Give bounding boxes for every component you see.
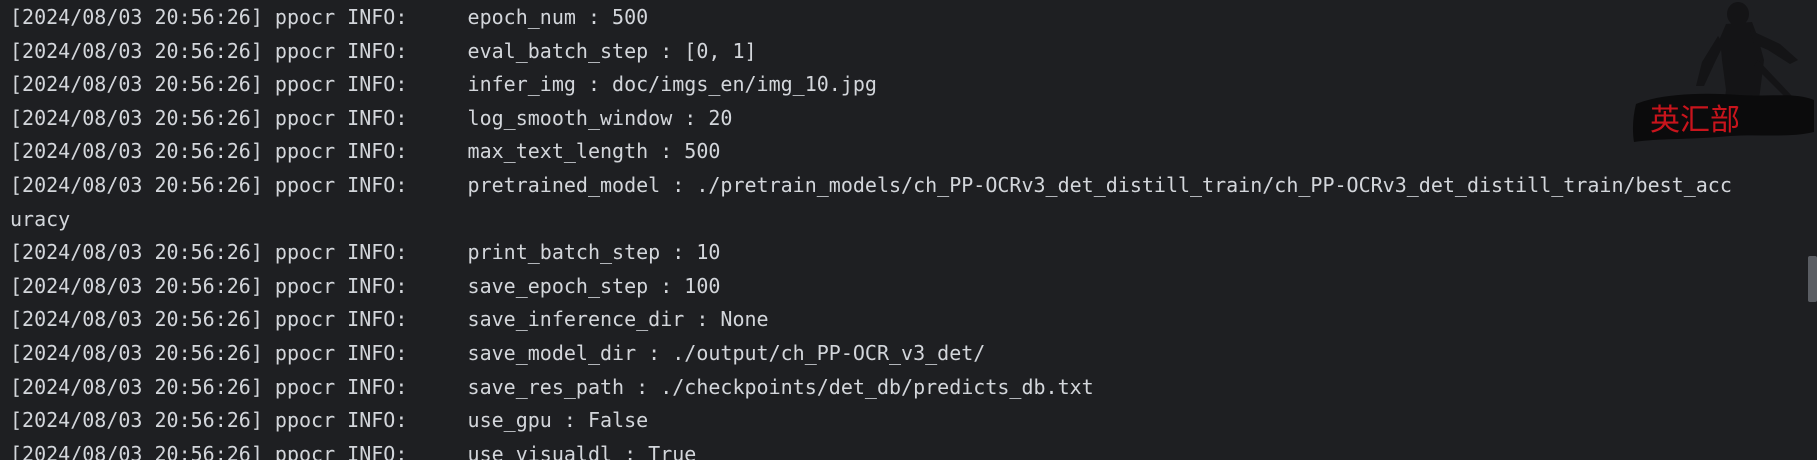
- log-output: [2024/08/03 20:56:26] ppocr INFO: epoch_…: [10, 1, 1732, 460]
- log-line: [2024/08/03 20:56:26] ppocr INFO: save_r…: [10, 374, 1094, 399]
- watermark-text: 英汇部: [1650, 103, 1740, 138]
- log-line: [2024/08/03 20:56:26] ppocr INFO: pretra…: [10, 172, 1732, 197]
- log-line: [2024/08/03 20:56:26] ppocr INFO: max_te…: [10, 139, 721, 164]
- log-line-continuation: uracy: [10, 206, 71, 231]
- log-line: [2024/08/03 20:56:26] ppocr INFO: log_sm…: [10, 105, 733, 130]
- figure-silhouette-logo-icon: 英汇部: [1632, 2, 1814, 142]
- log-line: [2024/08/03 20:56:26] ppocr INFO: save_e…: [10, 273, 721, 298]
- log-line: [2024/08/03 20:56:26] ppocr INFO: eval_b…: [10, 38, 757, 63]
- log-line: [2024/08/03 20:56:26] ppocr INFO: use_gp…: [10, 408, 649, 433]
- terminal-output-panel: [2024/08/03 20:56:26] ppocr INFO: epoch_…: [0, 0, 1817, 460]
- log-line: [2024/08/03 20:56:26] ppocr INFO: save_m…: [10, 340, 986, 365]
- log-line: [2024/08/03 20:56:26] ppocr INFO: save_i…: [10, 307, 769, 332]
- log-line: [2024/08/03 20:56:26] ppocr INFO: print_…: [10, 240, 721, 265]
- vertical-scrollbar-thumb[interactable]: [1808, 256, 1817, 302]
- log-line: [2024/08/03 20:56:26] ppocr INFO: epoch_…: [10, 5, 649, 29]
- log-line: [2024/08/03 20:56:26] ppocr INFO: infer_…: [10, 72, 877, 97]
- log-line: [2024/08/03 20:56:26] ppocr INFO: use_vi…: [10, 441, 697, 460]
